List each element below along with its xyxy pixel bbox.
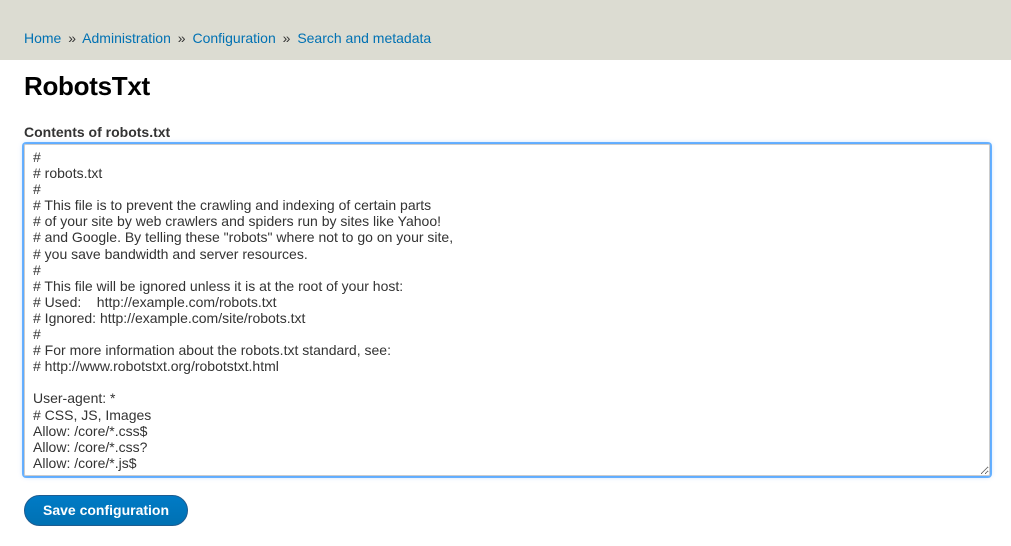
robots-textarea[interactable]: # # robots.txt # # This file is to preve… <box>24 144 990 476</box>
save-configuration-button[interactable]: Save configuration <box>24 495 188 526</box>
page-title: RobotsTxt <box>24 71 987 102</box>
breadcrumb-separator: » <box>283 30 291 46</box>
top-bar: Home » Administration » Configuration » … <box>0 0 1011 60</box>
robots-textarea-label: Contents of robots.txt <box>24 124 987 140</box>
breadcrumb-administration[interactable]: Administration <box>82 30 171 46</box>
breadcrumb: Home » Administration » Configuration » … <box>24 30 431 46</box>
breadcrumb-search-metadata[interactable]: Search and metadata <box>297 30 431 46</box>
breadcrumb-separator: » <box>68 30 76 46</box>
main-content: RobotsTxt Contents of robots.txt # # rob… <box>0 60 1011 546</box>
breadcrumb-home[interactable]: Home <box>24 30 61 46</box>
breadcrumb-separator: » <box>178 30 186 46</box>
breadcrumb-configuration[interactable]: Configuration <box>192 30 275 46</box>
